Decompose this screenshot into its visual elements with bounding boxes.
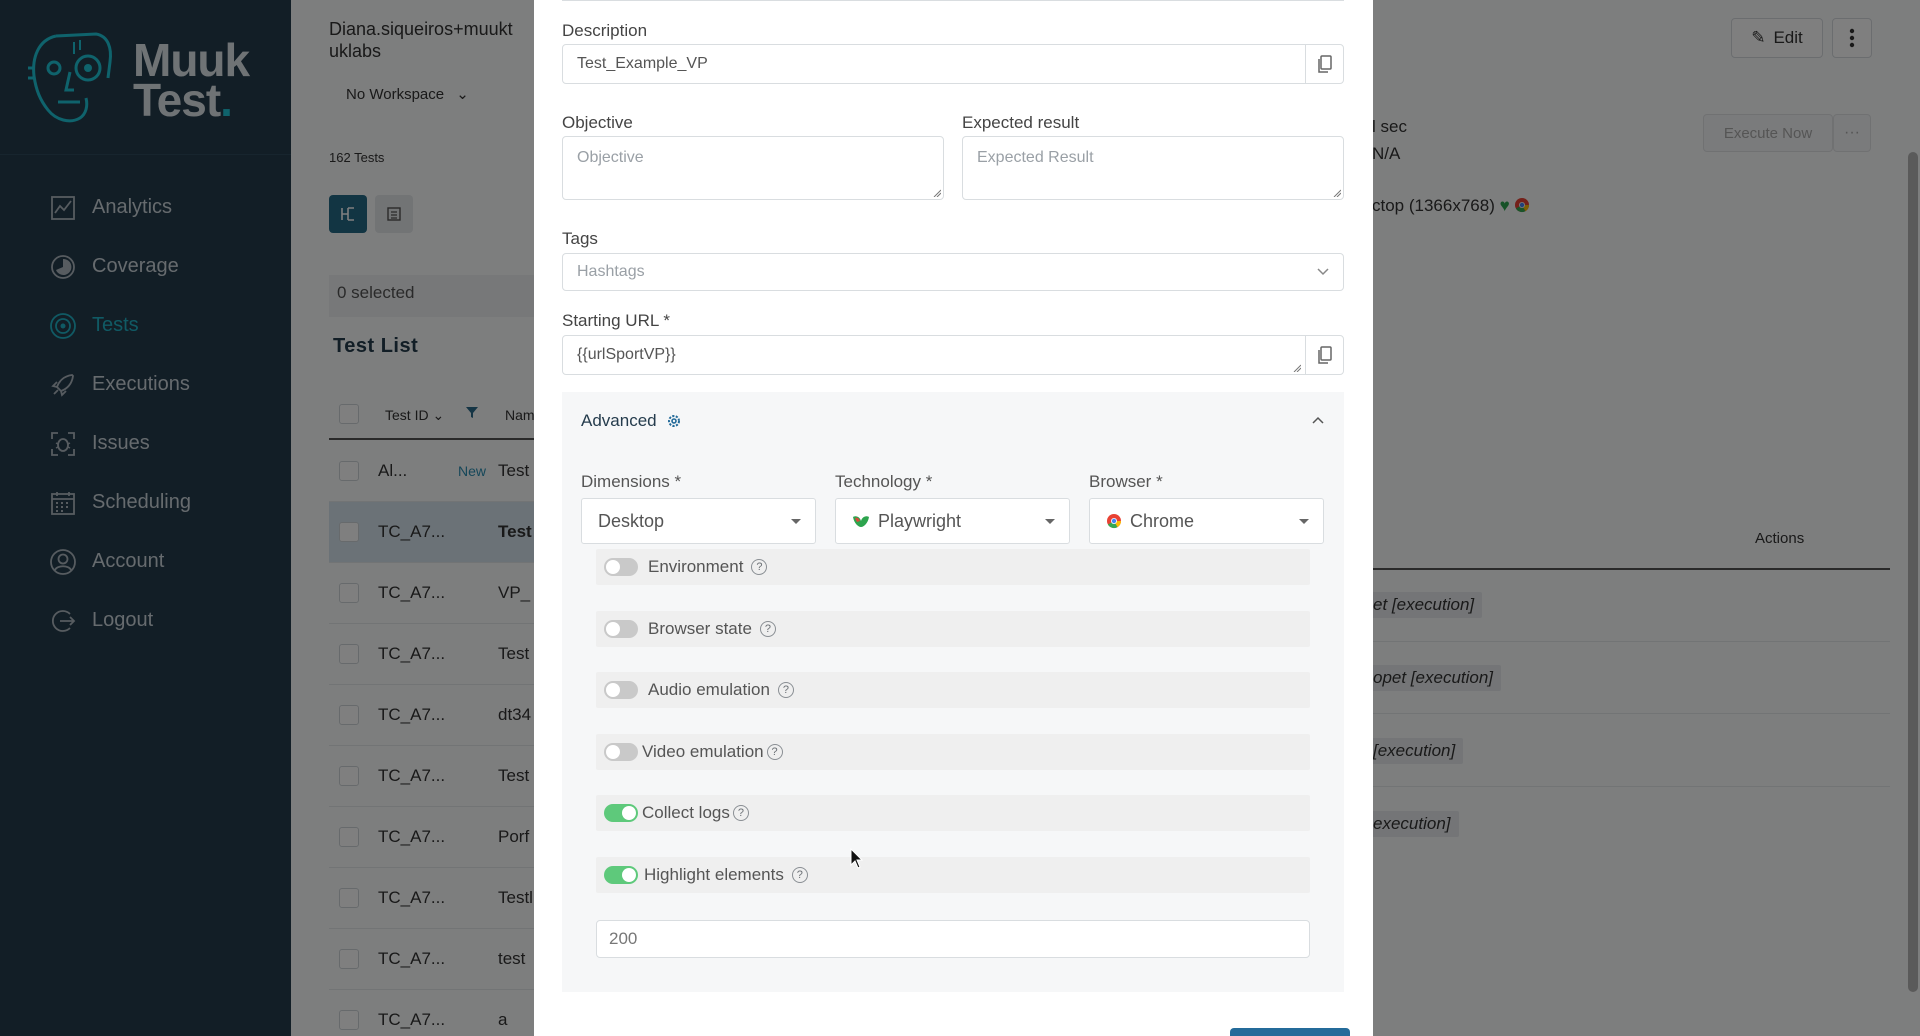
browser-select[interactable]: Chrome (1089, 498, 1324, 544)
starting-url-field[interactable]: {{urlSportVP}} (562, 335, 1344, 375)
description-field[interactable]: Test_Example_VP (562, 44, 1344, 84)
highlight-elements-option: Highlight elements ? (596, 857, 1310, 893)
objective-label: Objective (562, 113, 633, 132)
video-emulation-toggle[interactable] (604, 743, 638, 761)
environment-toggle[interactable] (604, 558, 638, 576)
resize-handle-icon (933, 189, 941, 197)
help-icon[interactable]: ? (732, 805, 749, 821)
highlight-elements-toggle[interactable] (604, 866, 638, 884)
playwright-icon (853, 516, 869, 527)
dimensions-select[interactable]: Desktop (581, 498, 816, 544)
save-button[interactable] (1230, 1028, 1350, 1036)
description-label: Description (562, 21, 648, 40)
objective-field[interactable]: Objective (562, 136, 944, 200)
starting-url-label: Starting URL * (562, 311, 671, 330)
help-icon[interactable]: ? (777, 682, 794, 698)
chrome-icon (1107, 514, 1122, 529)
caret-down-icon (1045, 519, 1055, 524)
browser-state-toggle[interactable] (604, 620, 638, 638)
advanced-label: Advanced (581, 411, 657, 430)
caret-down-icon (791, 519, 801, 524)
copy-button[interactable] (1305, 336, 1343, 374)
copy-icon (1317, 55, 1332, 73)
help-icon[interactable]: ? (751, 559, 768, 575)
toggle-label: Audio emulation (648, 680, 770, 699)
toggle-label: Video emulation (642, 742, 764, 761)
help-icon[interactable]: ? (759, 621, 776, 637)
collect-logs-option: Collect logs ? (596, 795, 1310, 831)
toggle-label: Highlight elements (644, 865, 784, 884)
resize-handle-icon (1333, 189, 1341, 197)
caret-down-icon (1299, 519, 1309, 524)
help-icon[interactable]: ? (766, 744, 783, 760)
expected-result-field[interactable]: Expected Result (962, 136, 1344, 200)
toggle-label: Collect logs (642, 803, 730, 822)
video-emulation-option: Video emulation ? (596, 734, 1310, 770)
audio-emulation-option: Audio emulation ? (596, 672, 1310, 708)
resize-handle-icon (1293, 364, 1301, 372)
advanced-section: Advanced Dimensions * Desktop Technology… (562, 392, 1344, 992)
toggle-label: Environment (648, 557, 744, 576)
tags-label: Tags (562, 229, 598, 248)
browser-label: Browser * (1089, 472, 1163, 491)
divider (562, 0, 1344, 1)
tags-select[interactable]: Hashtags (562, 253, 1344, 291)
edit-test-modal: Description Test_Example_VP Objective Ob… (534, 0, 1373, 1036)
gear-icon (667, 415, 680, 427)
audio-emulation-toggle[interactable] (604, 681, 638, 699)
dimensions-label: Dimensions * (581, 472, 682, 491)
expected-result-label: Expected result (962, 113, 1080, 132)
help-icon[interactable]: ? (791, 867, 808, 883)
chevron-up-icon[interactable] (1312, 416, 1324, 424)
advanced-toggle[interactable]: Advanced (581, 411, 681, 431)
technology-select[interactable]: Playwright (835, 498, 1070, 544)
highlight-duration-input[interactable]: 200 (596, 920, 1310, 958)
browser-state-option: Browser state ? (596, 611, 1310, 647)
mouse-cursor-icon (850, 848, 864, 869)
chevron-down-icon (1317, 268, 1329, 276)
toggle-label: Browser state (648, 619, 752, 638)
copy-button[interactable] (1305, 45, 1343, 83)
collect-logs-toggle[interactable] (604, 804, 638, 822)
copy-icon (1317, 346, 1332, 364)
technology-label: Technology * (835, 472, 933, 491)
environment-option: Environment ? (596, 549, 1310, 585)
